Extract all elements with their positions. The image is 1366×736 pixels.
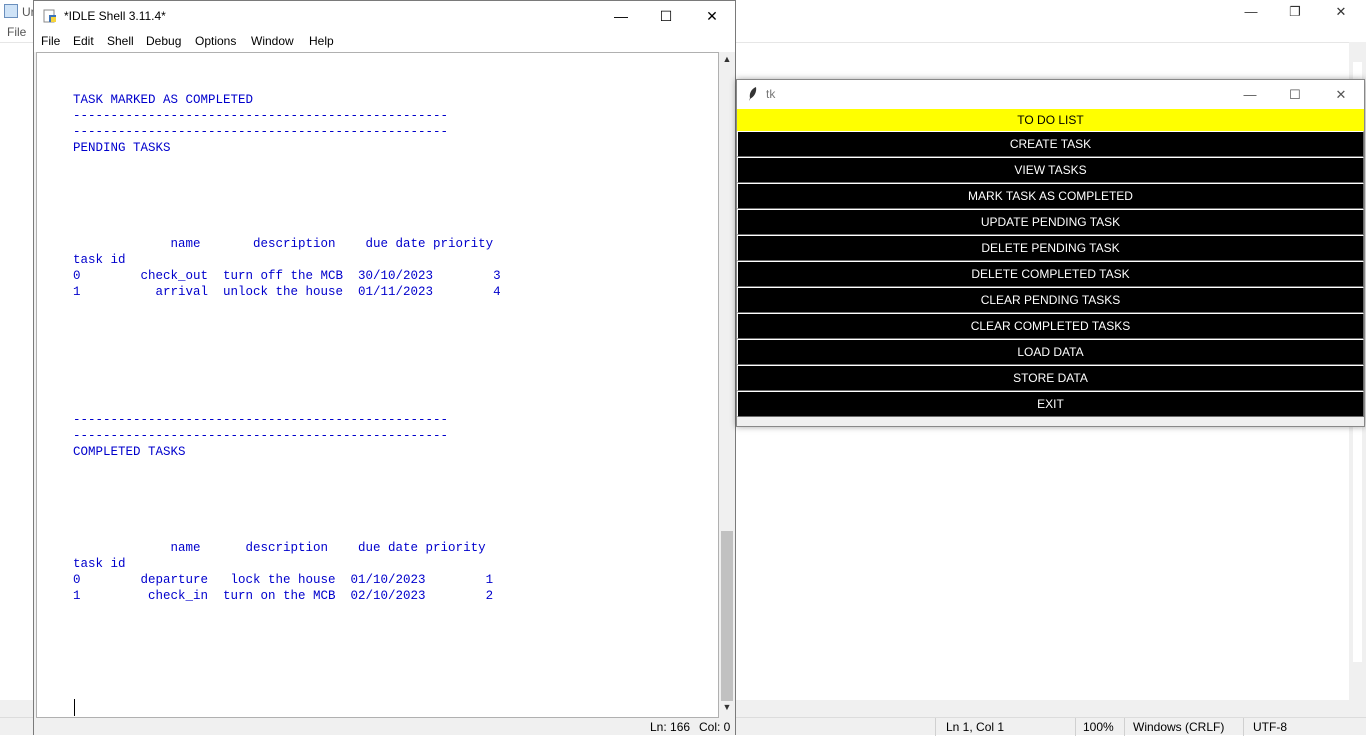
exit-button[interactable]: EXIT: [737, 391, 1364, 417]
idle-window-title: *IDLE Shell 3.11.4*: [64, 9, 166, 23]
todo-button-list: CREATE TASK VIEW TASKS MARK TASK AS COMP…: [737, 131, 1364, 417]
idle-maximize-button[interactable]: ☐: [643, 1, 689, 31]
notepad-minimize-button[interactable]: —: [1228, 2, 1274, 22]
view-tasks-button[interactable]: VIEW TASKS: [737, 157, 1364, 183]
notepad-menu-file[interactable]: File: [7, 25, 26, 39]
menu-shell[interactable]: Shell: [107, 34, 134, 48]
shell-text-area[interactable]: TASK MARKED AS COMPLETED ---------------…: [36, 52, 719, 718]
status-separator: [935, 718, 936, 736]
tk-title-bar[interactable]: tk — ☐ ✕: [737, 80, 1364, 109]
scroll-up-arrow-icon[interactable]: ▲: [721, 54, 733, 68]
todo-list-header: TO DO LIST: [737, 109, 1364, 131]
notepad-status-encoding: UTF-8: [1253, 720, 1287, 734]
notepad-status-position: Ln 1, Col 1: [946, 720, 1005, 734]
update-pending-task-button[interactable]: UPDATE PENDING TASK: [737, 209, 1364, 235]
menu-help[interactable]: Help: [309, 34, 334, 48]
tk-maximize-button[interactable]: ☐: [1272, 80, 1318, 109]
tk-window-title: tk: [766, 87, 776, 101]
idle-status-line: Ln: 166: [650, 720, 691, 734]
tk-window: tk — ☐ ✕ TO DO LIST CREATE TASK VIEW TAS…: [736, 79, 1365, 427]
idle-minimize-button[interactable]: —: [598, 1, 644, 31]
feather-icon: [749, 87, 757, 101]
menu-edit[interactable]: Edit: [73, 34, 94, 48]
clear-pending-tasks-button[interactable]: CLEAR PENDING TASKS: [737, 287, 1364, 313]
scroll-down-arrow-icon[interactable]: ▼: [721, 702, 733, 716]
delete-pending-task-button[interactable]: DELETE PENDING TASK: [737, 235, 1364, 261]
status-separator: [1243, 718, 1244, 736]
mark-task-completed-button[interactable]: MARK TASK AS COMPLETED: [737, 183, 1364, 209]
notepad-restore-button[interactable]: ❐: [1272, 2, 1318, 22]
idle-status-bar: Ln: 166 Col: 0: [34, 718, 735, 735]
status-separator: [1075, 718, 1076, 736]
menu-file[interactable]: File: [41, 34, 60, 48]
shell-vertical-scrollbar[interactable]: ▲ ▼: [719, 52, 735, 718]
load-data-button[interactable]: LOAD DATA: [737, 339, 1364, 365]
idle-status-col: Col: 0: [699, 720, 731, 734]
menu-debug[interactable]: Debug: [146, 34, 181, 48]
idle-title-bar[interactable]: *IDLE Shell 3.11.4* — ☐ ✕: [34, 1, 735, 31]
python-idle-icon: [43, 9, 56, 23]
notepad-close-button[interactable]: ✕: [1318, 2, 1364, 22]
notepad-status-zoom: 100%: [1083, 720, 1114, 734]
menu-window[interactable]: Window: [251, 34, 294, 48]
idle-close-button[interactable]: ✕: [689, 1, 735, 31]
delete-completed-task-button[interactable]: DELETE COMPLETED TASK: [737, 261, 1364, 287]
menu-options[interactable]: Options: [195, 34, 236, 48]
clear-completed-tasks-button[interactable]: CLEAR COMPLETED TASKS: [737, 313, 1364, 339]
notepad-icon: [4, 4, 18, 18]
shell-output: TASK MARKED AS COMPLETED ---------------…: [73, 93, 501, 603]
status-separator: [1124, 718, 1125, 736]
store-data-button[interactable]: STORE DATA: [737, 365, 1364, 391]
tk-minimize-button[interactable]: —: [1227, 80, 1273, 109]
idle-shell-window: *IDLE Shell 3.11.4* — ☐ ✕ File Edit Shel…: [33, 0, 736, 735]
idle-menu-bar: File Edit Shell Debug Options Window Hel…: [34, 31, 735, 52]
text-cursor: [74, 699, 75, 716]
create-task-button[interactable]: CREATE TASK: [737, 131, 1364, 157]
shell-scroll-thumb[interactable]: [721, 531, 733, 701]
tk-close-button[interactable]: ✕: [1318, 80, 1364, 109]
notepad-status-line-endings: Windows (CRLF): [1133, 720, 1225, 734]
